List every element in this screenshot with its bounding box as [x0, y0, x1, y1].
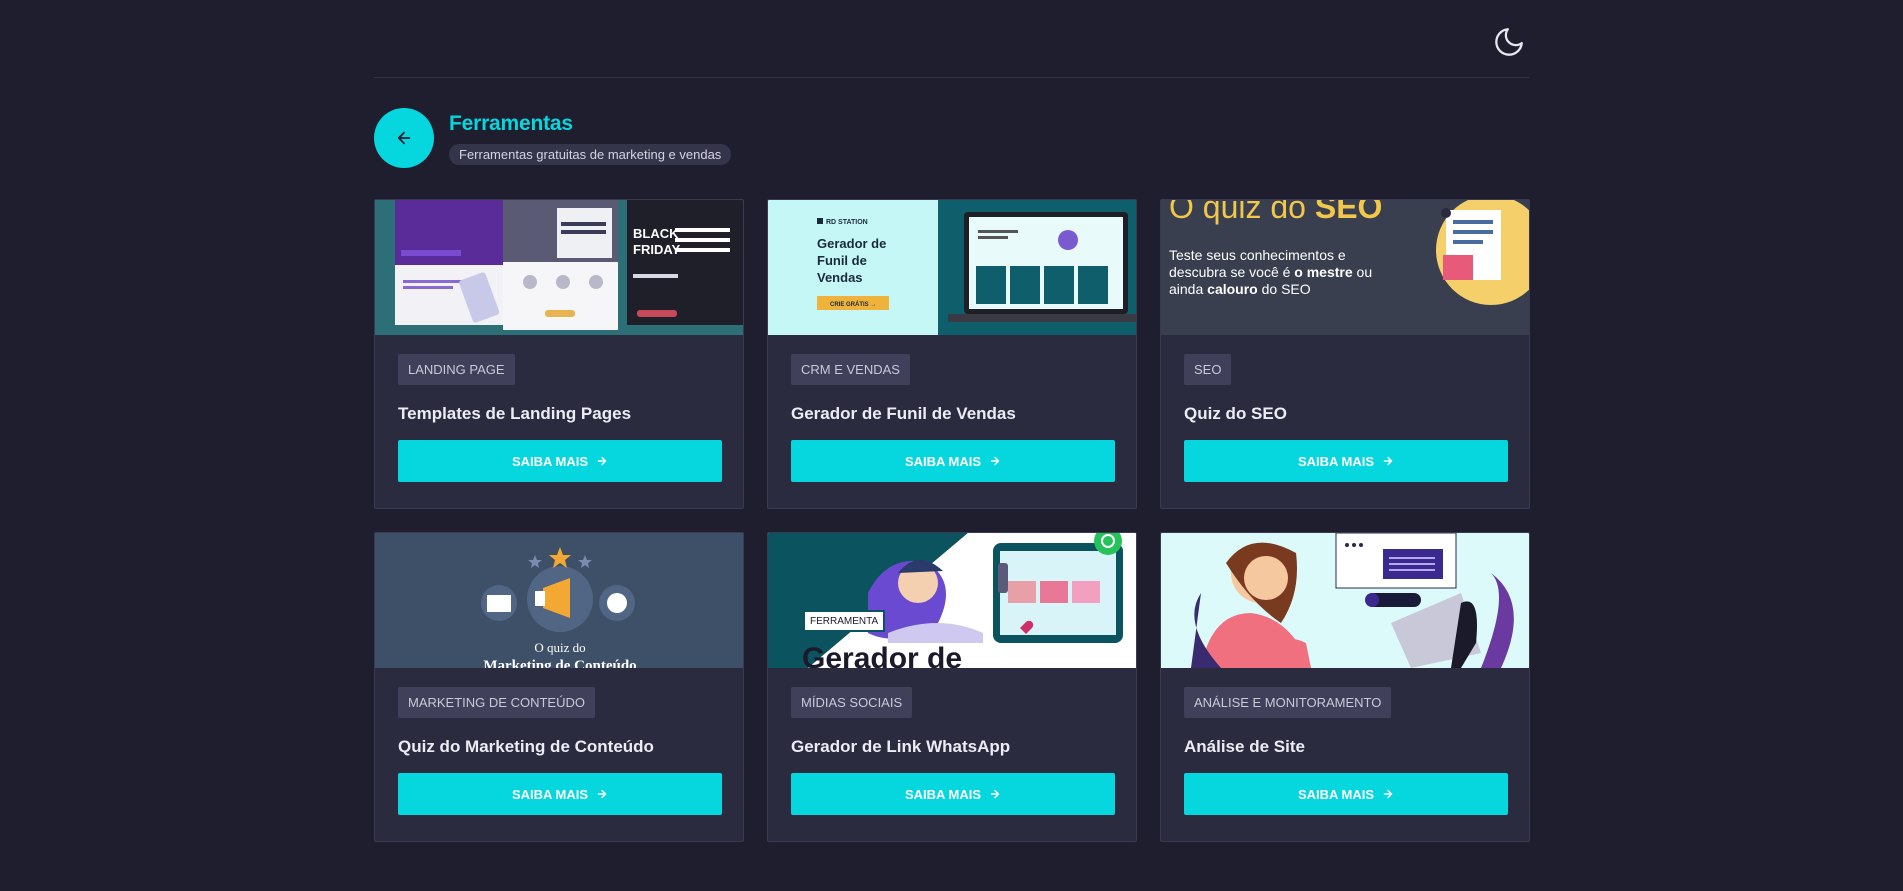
arrow-left-icon	[397, 131, 411, 145]
tool-card[interactable]: FERRAMENTA Gerador de MÍDIAS SOCIAIS Ger…	[767, 532, 1137, 842]
thumb-t3: ainda calouro do SEO	[1169, 281, 1311, 297]
learn-more-button[interactable]: SAIBA MAIS	[791, 440, 1115, 482]
thumb-line3: Vendas	[817, 270, 863, 285]
thumb-badge: FERRAMENTA	[810, 616, 878, 627]
category-tag: LANDING PAGE	[398, 354, 515, 385]
page-title: Ferramentas	[449, 111, 573, 135]
learn-more-button[interactable]: SAIBA MAIS	[398, 773, 722, 815]
category-tag: SEO	[1184, 354, 1232, 385]
thumb-heading: O quiz do SEO	[1169, 200, 1382, 225]
card-title: Templates de Landing Pages	[398, 404, 632, 423]
arrow-right-icon	[597, 789, 607, 799]
card-title: Gerador de Funil de Vendas	[791, 404, 1016, 423]
card-thumbnail: FERRAMENTA Gerador de	[768, 533, 1136, 668]
thumb-t2: descubra se você é o mestre ou	[1169, 264, 1372, 280]
arrow-right-icon	[990, 456, 1000, 466]
tools-grid: BLACK FRIDAY LANDING PAGE Templates de L…	[374, 199, 1530, 842]
top-bar	[374, 0, 1529, 78]
thumb-line1: Gerador de	[817, 236, 886, 251]
learn-more-button[interactable]: SAIBA MAIS	[398, 440, 722, 482]
card-thumbnail: O quiz do SEO Teste seus conhecimentos e…	[1161, 200, 1529, 335]
tool-card[interactable]: O quiz do Marketing de Conteúdo MARKETIN…	[374, 532, 744, 842]
thumb-line1: O quiz do	[534, 640, 585, 655]
arrow-right-icon	[597, 456, 607, 466]
page: Ferramentas Ferramentas gratuitas de mar…	[374, 0, 1529, 168]
back-button[interactable]	[374, 108, 434, 168]
card-thumbnail	[1161, 533, 1529, 668]
tool-card[interactable]: O quiz do SEO Teste seus conhecimentos e…	[1160, 199, 1530, 509]
card-thumbnail: RD STATION Gerador de Funil de Vendas CR…	[768, 200, 1136, 335]
category-tag: MARKETING DE CONTEÚDO	[398, 687, 595, 718]
thumb-big: Gerador de	[802, 642, 962, 668]
cta-label: SAIBA MAIS	[511, 453, 589, 469]
thumb-t1: Teste seus conhecimentos e	[1169, 247, 1346, 263]
cta-label: SAIBA MAIS	[1297, 453, 1375, 469]
thumb-line2: Marketing de Conteúdo	[483, 658, 636, 668]
page-subtitle: Ferramentas gratuitas de marketing e ven…	[449, 143, 732, 165]
tool-card[interactable]: BLACK FRIDAY LANDING PAGE Templates de L…	[374, 199, 744, 509]
card-thumbnail: O quiz do Marketing de Conteúdo	[375, 533, 743, 668]
tool-card[interactable]: RD STATION Gerador de Funil de Vendas CR…	[767, 199, 1137, 509]
card-thumbnail: BLACK FRIDAY	[375, 200, 743, 335]
cta-label: SAIBA MAIS	[904, 786, 982, 802]
thumb-black: BLACK	[633, 226, 679, 241]
category-tag: MÍDIAS SOCIAIS	[791, 687, 913, 718]
tool-card[interactable]: ANÁLISE E MONITORAMENTO Análise de Site …	[1160, 532, 1530, 842]
cta-label: SAIBA MAIS	[904, 453, 982, 469]
arrow-right-icon	[990, 789, 1000, 799]
thumb-button: CRIE GRÁTIS →	[830, 301, 876, 308]
cta-label: SAIBA MAIS	[1297, 786, 1375, 802]
card-title: Quiz do SEO	[1184, 404, 1287, 423]
category-tag: ANÁLISE E MONITORAMENTO	[1184, 687, 1392, 718]
card-title: Gerador de Link WhatsApp	[791, 737, 1011, 756]
card-title: Análise de Site	[1184, 737, 1305, 756]
arrow-right-icon	[1383, 789, 1393, 799]
thumb-brand: RD STATION	[826, 219, 868, 226]
category-tag: CRM E VENDAS	[791, 354, 910, 385]
cta-label: SAIBA MAIS	[511, 786, 589, 802]
learn-more-button[interactable]: SAIBA MAIS	[1184, 773, 1508, 815]
card-title: Quiz do Marketing de Conteúdo	[398, 737, 654, 756]
page-header: Ferramentas Ferramentas gratuitas de mar…	[374, 108, 1529, 168]
moon-icon[interactable]	[1489, 22, 1529, 62]
arrow-right-icon	[1383, 456, 1393, 466]
thumb-friday: FRIDAY	[633, 242, 681, 257]
learn-more-button[interactable]: SAIBA MAIS	[1184, 440, 1508, 482]
thumb-line2: Funil de	[817, 253, 867, 268]
learn-more-button[interactable]: SAIBA MAIS	[791, 773, 1115, 815]
